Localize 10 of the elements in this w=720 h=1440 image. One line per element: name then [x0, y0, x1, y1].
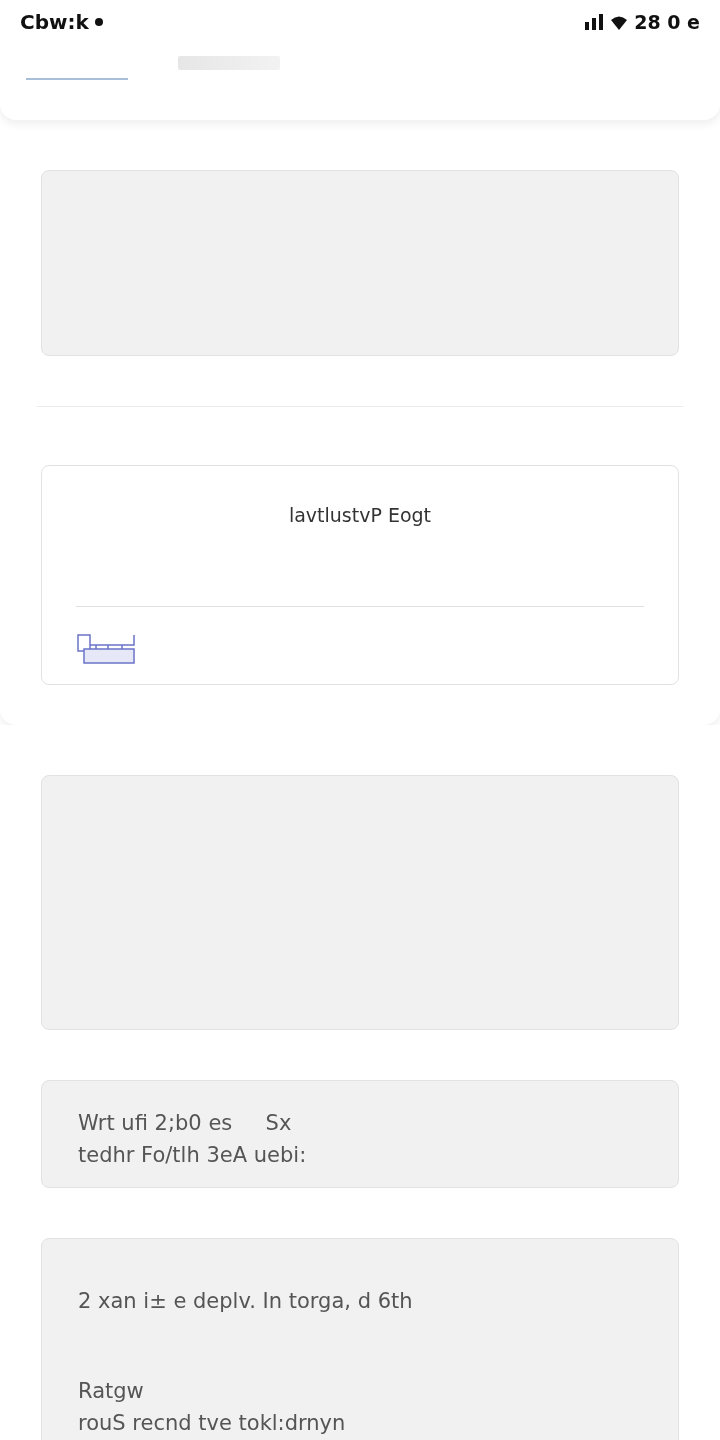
status-time: Cbw:k [20, 10, 89, 34]
text-line: Wrt ufi 2;b0 es Sx [78, 1111, 293, 1135]
text-line: rouS recnd tve tokl:drnyn [78, 1411, 347, 1435]
status-text: 28 0 e [634, 11, 700, 33]
text-line: Ratgw [78, 1379, 145, 1403]
signal-icon [584, 13, 605, 31]
card-title: lavtlustvP Eogt [287, 503, 433, 528]
text-line: tedhr Fo/tlh 3eA uebi: [78, 1143, 308, 1167]
text-line: 2 xan i± e deplv. In torga, d 6th [78, 1289, 414, 1313]
notification-dot-icon [94, 18, 103, 26]
